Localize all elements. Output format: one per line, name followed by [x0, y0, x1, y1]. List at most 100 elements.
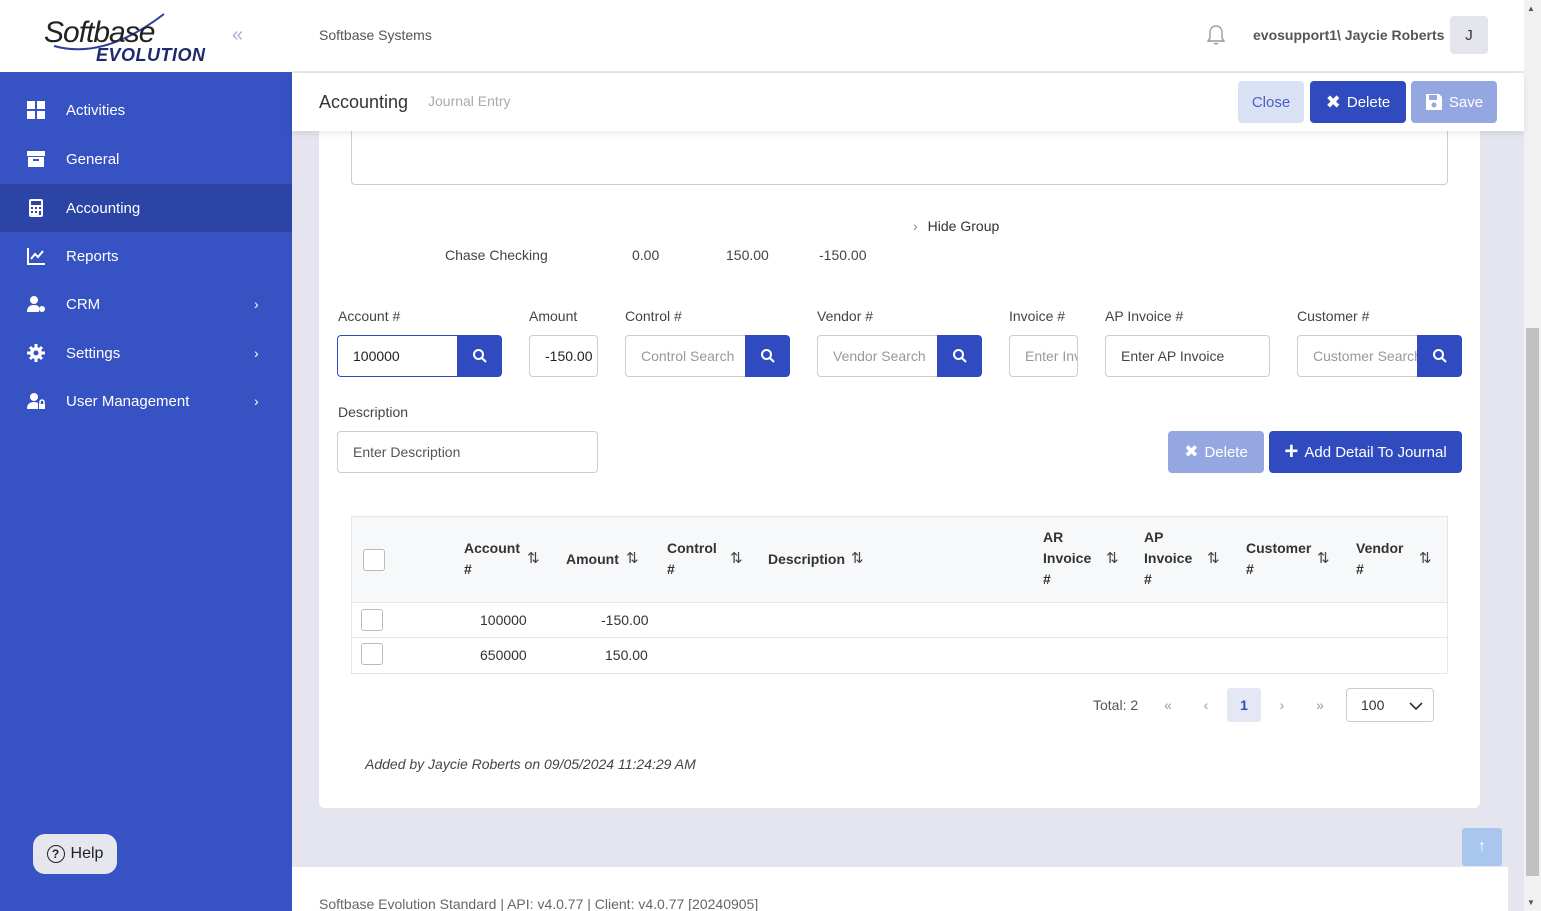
company-name: Softbase Systems	[319, 27, 432, 43]
sort-icon[interactable]: ⇅	[1207, 549, 1220, 567]
hide-group-label: Hide Group	[927, 218, 1000, 234]
col-vendor[interactable]: Vendor #	[1356, 538, 1403, 580]
delete-detail-button[interactable]: ✖ Delete	[1168, 431, 1264, 473]
chevron-right-icon: ›	[254, 345, 259, 361]
col-ap-invoice[interactable]: AP Invoice #	[1144, 527, 1192, 590]
search-icon	[952, 349, 967, 363]
account-search-button[interactable]	[457, 335, 502, 377]
sort-icon[interactable]: ⇅	[1106, 549, 1119, 567]
customer-label: Customer #	[1297, 308, 1370, 324]
hide-group-toggle[interactable]: › Hide Group	[913, 218, 999, 234]
user-lock-icon	[27, 393, 45, 409]
table-row[interactable]: 100000 -150.00	[352, 603, 1447, 638]
page-button-current[interactable]: 1	[1227, 688, 1261, 722]
sidebar-item-settings[interactable]: Settings ›	[0, 329, 292, 377]
amount-label: Amount	[529, 308, 578, 324]
calculator-icon	[29, 199, 43, 217]
description-input[interactable]: Enter Description	[337, 431, 598, 473]
customer-input[interactable]: Customer Search	[1297, 335, 1419, 377]
help-label: Help	[70, 845, 104, 862]
amount-input[interactable]: -150.00	[529, 335, 598, 377]
journal-entry-card: › Hide Group Chase Checking 0.00 150.00 …	[319, 121, 1480, 808]
sidebar-item-general[interactable]: General	[0, 135, 292, 183]
row-checkbox[interactable]	[361, 609, 383, 631]
cell-account: 650000	[480, 647, 527, 663]
col-account[interactable]: Account #	[464, 538, 520, 580]
chevron-right-icon: ›	[913, 218, 918, 234]
col-amount[interactable]: Amount	[566, 549, 619, 570]
account-input[interactable]: 100000	[337, 335, 459, 377]
bell-icon[interactable]	[1206, 24, 1226, 46]
delete-button-label: Delete	[1346, 93, 1391, 111]
cell-account: 100000	[480, 612, 527, 628]
add-detail-label: Add Detail To Journal	[1304, 443, 1447, 461]
search-icon	[472, 349, 487, 363]
user-cog-icon	[27, 296, 45, 312]
version-text: Softbase Evolution Standard | API: v4.0.…	[319, 896, 759, 911]
scroll-down-arrow-icon[interactable]: ▼	[1527, 898, 1535, 907]
col-ar-invoice[interactable]: AR Invoice #	[1043, 527, 1091, 590]
sidebar-item-label: Accounting	[66, 199, 141, 217]
page-header: Accounting Journal Entry Close ✖ Delete …	[292, 73, 1524, 131]
first-page-button[interactable]: «	[1151, 688, 1185, 722]
group-account-name: Chase Checking	[445, 247, 548, 263]
help-button[interactable]: ? Help	[33, 834, 117, 874]
sidebar-item-reports[interactable]: Reports	[0, 232, 292, 280]
next-page-button[interactable]: ›	[1265, 688, 1299, 722]
sidebar-item-crm[interactable]: CRM ›	[0, 280, 292, 328]
vendor-input[interactable]: Vendor Search	[817, 335, 939, 377]
col-description[interactable]: Description	[768, 549, 845, 570]
sidebar-item-user-management[interactable]: User Management ›	[0, 377, 292, 425]
softbase-logo: Softbase EVOLUTION	[44, 12, 214, 66]
save-button-label: Save	[1448, 93, 1484, 111]
last-page-button[interactable]: »	[1303, 688, 1337, 722]
prev-page-button[interactable]: ‹	[1189, 688, 1223, 722]
col-customer[interactable]: Customer #	[1246, 538, 1311, 580]
scroll-to-top-button[interactable]: ↑	[1462, 828, 1502, 866]
sidebar-item-label: User Management	[66, 392, 190, 410]
scrollbar-thumb[interactable]	[1526, 328, 1539, 876]
user-name[interactable]: evosupport1\ Jaycie Roberts	[1253, 27, 1444, 43]
select-all-checkbox[interactable]	[363, 549, 385, 571]
save-button[interactable]: Save	[1411, 81, 1497, 123]
search-icon	[760, 349, 775, 363]
scroll-up-arrow-icon[interactable]: ▲	[1527, 4, 1535, 13]
invoice-input[interactable]: Enter Invoice	[1009, 335, 1078, 377]
account-label: Account #	[338, 308, 401, 324]
grid-icon	[27, 101, 45, 119]
avatar[interactable]: J	[1450, 16, 1488, 54]
add-detail-button[interactable]: + Add Detail To Journal	[1269, 431, 1462, 473]
sidebar-item-label: Settings	[66, 344, 121, 362]
sort-icon[interactable]: ⇅	[851, 549, 864, 567]
sidebar-item-accounting[interactable]: Accounting	[0, 184, 292, 232]
search-icon	[1432, 349, 1447, 363]
vendor-search-button[interactable]	[937, 335, 982, 377]
row-checkbox[interactable]	[361, 643, 383, 665]
sort-icon[interactable]: ⇅	[527, 549, 540, 567]
customer-search-button[interactable]	[1417, 335, 1462, 377]
archive-icon	[27, 151, 45, 167]
page-size-select[interactable]: 100	[1346, 688, 1434, 722]
sort-icon[interactable]: ⇅	[730, 549, 743, 567]
sidebar-item-activities[interactable]: Activities	[0, 86, 292, 134]
sort-icon[interactable]: ⇅	[1419, 549, 1432, 567]
ap-invoice-input[interactable]: Enter AP Invoice	[1105, 335, 1270, 377]
vendor-label: Vendor #	[817, 308, 874, 324]
sort-icon[interactable]: ⇅	[626, 549, 639, 567]
close-button[interactable]: Close	[1238, 81, 1304, 123]
sidebar-item-label: Reports	[66, 247, 119, 265]
sort-icon[interactable]: ⇅	[1317, 549, 1330, 567]
close-button-label: Close	[1251, 93, 1291, 111]
group-credit: 150.00	[726, 247, 769, 263]
collapse-sidebar-icon[interactable]: «	[232, 24, 243, 47]
table-row[interactable]: 650000 150.00	[352, 638, 1447, 673]
col-control[interactable]: Control #	[667, 538, 717, 580]
chart-icon	[27, 248, 45, 265]
plus-icon: +	[1284, 438, 1299, 465]
delete-button[interactable]: ✖ Delete	[1310, 81, 1406, 123]
control-search-button[interactable]	[745, 335, 790, 377]
control-input[interactable]: Control Search	[625, 335, 747, 377]
page-subtitle: Journal Entry	[428, 93, 511, 109]
invoice-label: Invoice #	[1009, 308, 1066, 324]
footer: Softbase Evolution Standard | API: v4.0.…	[292, 867, 1508, 911]
